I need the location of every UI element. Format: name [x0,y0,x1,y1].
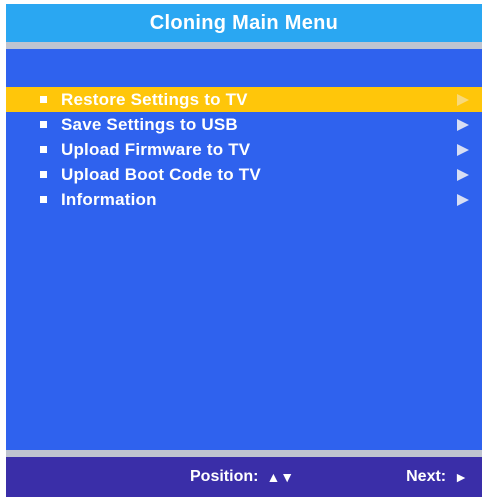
square-bullet-icon [40,96,47,103]
square-bullet-icon [40,121,47,128]
menu-item-restore-settings[interactable]: Restore Settings to TV [6,87,482,112]
menu-item-label: Upload Boot Code to TV [61,164,261,184]
title-bar: Cloning Main Menu [6,4,482,42]
cloning-menu-screen: Cloning Main Menu Restore Settings to TV… [6,4,482,497]
footer-divider [6,450,482,457]
footer-bar: Position: ▲▼ Next: ► [6,457,482,497]
menu-item-label: Information [61,189,157,209]
title-divider [6,42,482,49]
right-arrow-icon: ► [454,469,468,485]
menu-item-label: Upload Firmware to TV [61,139,251,159]
square-bullet-icon [40,146,47,153]
menu-item-label: Restore Settings to TV [61,89,248,109]
square-bullet-icon [40,196,47,203]
square-bullet-icon [40,171,47,178]
main-menu: Restore Settings to TV Save Settings to … [6,87,482,212]
menu-item-save-settings[interactable]: Save Settings to USB [6,112,482,137]
next-label: Next: [406,468,447,485]
menu-item-label: Save Settings to USB [61,114,238,134]
play-arrow-icon [457,193,469,206]
page-title: Cloning Main Menu [149,11,339,34]
position-label: Position: [190,468,259,485]
menu-item-upload-boot-code[interactable]: Upload Boot Code to TV [6,162,482,187]
position-hint: Position: ▲▼ [190,468,294,486]
play-arrow-icon [457,93,469,106]
next-hint: Next: ► [406,468,468,486]
play-arrow-icon [457,168,469,181]
menu-item-upload-firmware[interactable]: Upload Firmware to TV [6,137,482,162]
play-arrow-icon [457,118,469,131]
play-arrow-icon [457,143,469,156]
menu-item-information[interactable]: Information [6,187,482,212]
up-down-arrows-icon: ▲▼ [266,469,295,485]
